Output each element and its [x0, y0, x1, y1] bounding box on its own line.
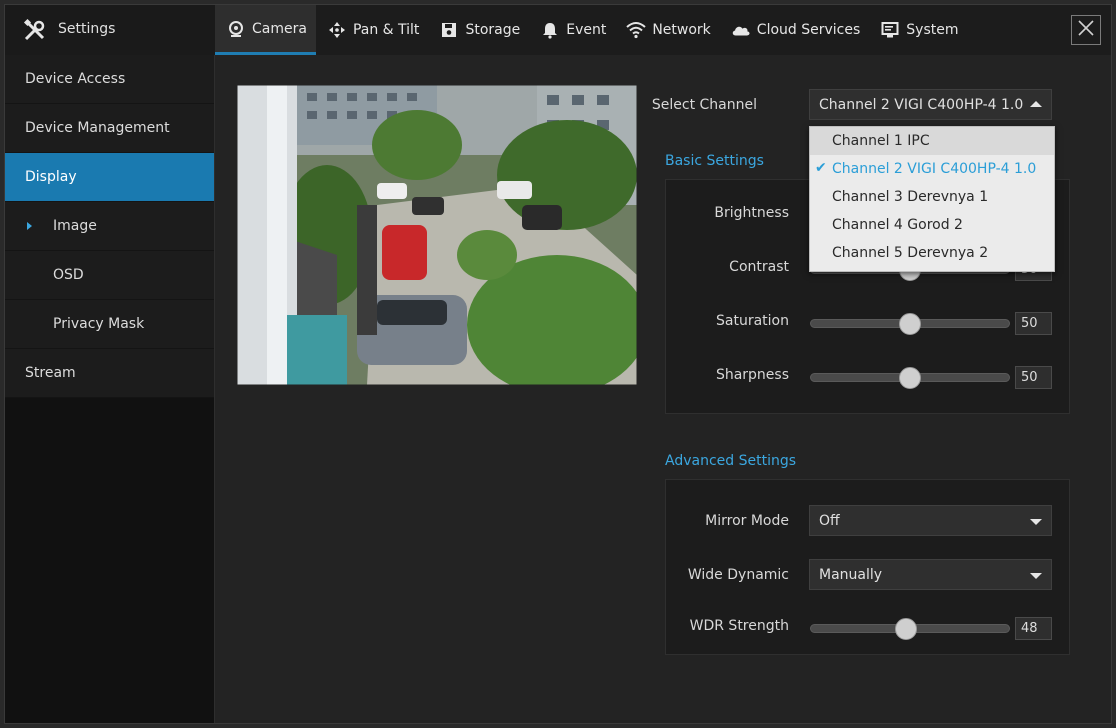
- app-title: Settings: [58, 21, 116, 37]
- sidebar-item-label: Display: [25, 169, 77, 185]
- mirror-mode-select[interactable]: Off: [809, 505, 1052, 536]
- sidebar-item-label: Privacy Mask: [53, 316, 145, 332]
- tab-system[interactable]: System: [869, 5, 967, 55]
- option-label: Channel 4 Gorod 2: [832, 217, 963, 233]
- saturation-slider[interactable]: [810, 313, 1010, 335]
- tab-label: Pan & Tilt: [352, 22, 420, 38]
- main-content: Select Channel Channel 2 VIGI C400HP-4 1…: [215, 55, 1111, 723]
- sidebar-item-osd[interactable]: OSD: [5, 251, 214, 300]
- sharpness-value[interactable]: 50: [1015, 366, 1052, 389]
- saturation-label: Saturation: [716, 313, 789, 329]
- checkmark-icon: ✔: [815, 160, 827, 176]
- sidebar-item-device-access[interactable]: Device Access: [5, 55, 214, 104]
- camera-icon: [226, 19, 246, 39]
- tab-storage[interactable]: Storage: [428, 5, 529, 55]
- tab-label: System: [906, 22, 959, 38]
- sidebar-item-stream[interactable]: Stream: [5, 349, 214, 398]
- sidebar-item-display[interactable]: Display: [5, 153, 214, 202]
- channel-select-value: Channel 2 VIGI C400HP-4 1.0: [819, 96, 1024, 113]
- caret-right-icon: [27, 222, 32, 230]
- close-button[interactable]: [1071, 15, 1101, 45]
- slider-thumb[interactable]: [899, 367, 921, 389]
- slider-thumb[interactable]: [899, 313, 921, 335]
- tab-label: Cloud Services: [756, 22, 861, 38]
- sidebar-item-image[interactable]: Image: [5, 202, 214, 251]
- contrast-label: Contrast: [729, 259, 789, 275]
- top-navigation-bar: Settings Camera Pan & Tilt Storage Event: [5, 5, 1111, 56]
- floppy-disk-icon: [439, 20, 459, 40]
- sidebar-item-label: Device Access: [25, 71, 126, 87]
- sidebar-item-label: Stream: [25, 365, 76, 381]
- mirror-mode-label: Mirror Mode: [705, 513, 789, 529]
- cloud-icon: [731, 20, 751, 40]
- channel-option[interactable]: Channel 4 Gorod 2: [810, 211, 1054, 239]
- sidebar: Device Access Device Management Display …: [5, 55, 215, 723]
- select-channel-label: Select Channel: [651, 97, 757, 113]
- option-label: Channel 2 VIGI C400HP-4 1.0: [832, 161, 1037, 177]
- caret-down-icon: [1030, 573, 1042, 579]
- wide-dynamic-value: Manually: [819, 566, 883, 583]
- tab-camera[interactable]: Camera: [215, 5, 316, 55]
- monitor-icon: [880, 20, 900, 40]
- option-label: Channel 1 IPC: [832, 133, 930, 149]
- slider-thumb[interactable]: [895, 618, 917, 640]
- tab-cloud-services[interactable]: Cloud Services: [720, 5, 869, 55]
- sidebar-item-label: Device Management: [25, 120, 170, 136]
- main-tabs: Camera Pan & Tilt Storage Event Network …: [215, 5, 968, 55]
- sharpness-slider[interactable]: [810, 367, 1010, 389]
- channel-option[interactable]: Channel 1 IPC: [810, 127, 1054, 155]
- tab-label: Storage: [465, 22, 521, 38]
- sidebar-item-label: Image: [53, 218, 97, 234]
- channel-dropdown-list: Channel 1 IPC ✔ Channel 2 VIGI C400HP-4 1…: [809, 126, 1055, 272]
- move-arrows-icon: [327, 20, 347, 40]
- caret-down-icon: [1030, 519, 1042, 525]
- tab-label: Camera: [252, 20, 307, 37]
- settings-brand: Settings: [5, 5, 215, 55]
- option-label: Channel 5 Derevnya 2: [832, 245, 989, 261]
- wdr-strength-value[interactable]: 48: [1015, 617, 1052, 640]
- close-icon: [1078, 20, 1094, 40]
- option-label: Channel 3 Derevnya 1: [832, 189, 989, 205]
- advanced-settings-title: Advanced Settings: [665, 453, 797, 469]
- mirror-mode-value: Off: [819, 512, 840, 529]
- tools-icon: [23, 18, 47, 42]
- wdr-strength-slider[interactable]: [810, 618, 1010, 640]
- sidebar-item-label: OSD: [53, 267, 84, 283]
- tab-label: Event: [566, 22, 607, 38]
- camera-preview: [237, 85, 637, 385]
- settings-window: Settings Camera Pan & Tilt Storage Event: [4, 4, 1112, 724]
- brightness-label: Brightness: [714, 205, 789, 221]
- wide-dynamic-label: Wide Dynamic: [687, 567, 789, 583]
- channel-option-selected[interactable]: ✔ Channel 2 VIGI C400HP-4 1.0: [810, 155, 1054, 183]
- wifi-icon: [626, 20, 646, 40]
- basic-settings-title: Basic Settings: [665, 153, 764, 169]
- sidebar-item-device-management[interactable]: Device Management: [5, 104, 214, 153]
- bell-icon: [540, 20, 560, 40]
- tab-label: Network: [652, 22, 711, 38]
- tab-event[interactable]: Event: [529, 5, 615, 55]
- wdr-strength-label: WDR Strength: [689, 618, 789, 634]
- sharpness-label: Sharpness: [715, 367, 789, 383]
- caret-up-icon: [1030, 101, 1042, 107]
- channel-option[interactable]: Channel 3 Derevnya 1: [810, 183, 1054, 211]
- sidebar-item-privacy-mask[interactable]: Privacy Mask: [5, 300, 214, 349]
- tab-network[interactable]: Network: [615, 5, 719, 55]
- channel-option[interactable]: Channel 5 Derevnya 2: [810, 239, 1054, 267]
- tab-pan-tilt[interactable]: Pan & Tilt: [316, 5, 428, 55]
- saturation-value[interactable]: 50: [1015, 312, 1052, 335]
- wide-dynamic-select[interactable]: Manually: [809, 559, 1052, 590]
- channel-select[interactable]: Channel 2 VIGI C400HP-4 1.0: [809, 89, 1052, 120]
